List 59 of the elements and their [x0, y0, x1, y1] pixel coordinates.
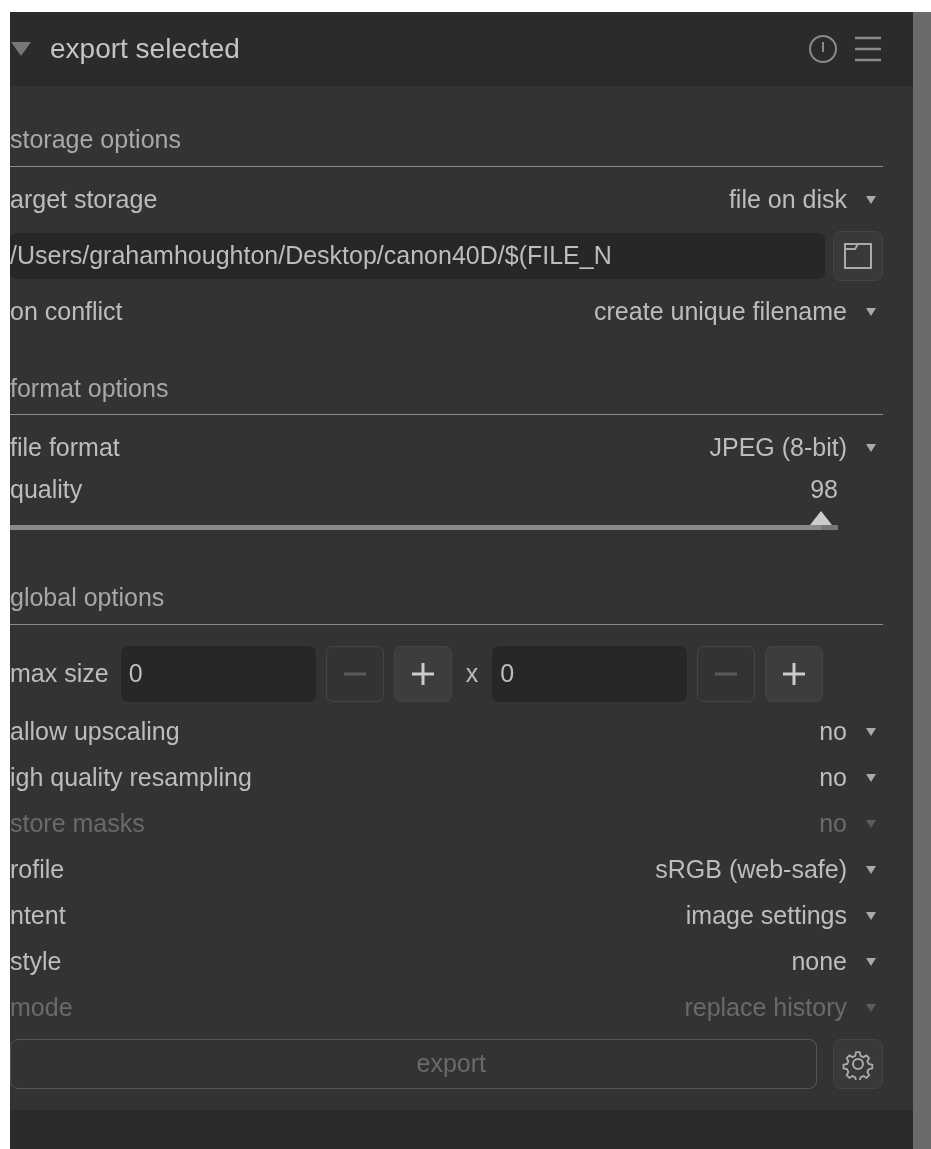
caret-down-icon	[865, 306, 877, 317]
caret-down-icon	[865, 910, 877, 921]
dropdown-value: no	[819, 761, 847, 793]
caret-down-icon	[865, 956, 877, 967]
plus-icon	[409, 660, 436, 687]
caret-down-icon	[865, 864, 877, 875]
dropdown-value: no	[819, 715, 847, 747]
dropdown-value: JPEG (8-bit)	[709, 432, 847, 464]
setting-label: style	[10, 945, 62, 977]
dropdown-row[interactable]: file format JPEG (8-bit)	[10, 425, 883, 471]
caret-down-icon	[865, 443, 877, 453]
settings-button[interactable]	[833, 1038, 883, 1089]
section-title: format options	[10, 334, 883, 415]
scrollbar[interactable]	[913, 12, 931, 1149]
dropdown-row[interactable]: ntent image settings	[10, 892, 883, 939]
dropdown-row[interactable]: on conflict create unique filename	[10, 288, 883, 335]
panel-title: export selected	[50, 32, 240, 66]
size-separator: x	[465, 657, 479, 689]
size-field[interactable]: 0	[492, 645, 688, 702]
section-title: global options	[10, 544, 883, 625]
increase-button[interactable]	[393, 645, 452, 702]
setting-label: allow upscaling	[10, 715, 180, 747]
dropdown-value: image settings	[685, 899, 847, 931]
setting-label: rofile	[10, 853, 65, 885]
setting-label: quality	[10, 474, 83, 506]
menu-icon[interactable]	[853, 35, 883, 63]
dropdown-value: sRGB (web-safe)	[655, 853, 847, 885]
caret-down-icon	[865, 1002, 877, 1013]
dropdown-value: create unique filename	[594, 295, 847, 327]
setting-label: igh quality resampling	[10, 761, 252, 793]
plus-icon	[781, 660, 808, 687]
dropdown-row[interactable]: igh quality resampling no	[10, 754, 883, 801]
setting-label: file format	[10, 432, 120, 464]
folder-button[interactable]	[833, 230, 883, 281]
power-icon[interactable]	[808, 34, 838, 64]
caret-down-icon	[865, 818, 877, 829]
dropdown-value: file on disk	[728, 183, 847, 215]
caret-down-icon[interactable]	[10, 41, 32, 57]
setting-label: on conflict	[10, 295, 123, 327]
dropdown-row[interactable]: style none	[10, 938, 883, 985]
section-title: storage options	[10, 86, 883, 167]
minus-icon	[341, 671, 368, 676]
dropdown-row[interactable]: allow upscaling no	[10, 708, 883, 755]
dropdown-value: none	[791, 945, 847, 977]
size-field[interactable]: 0	[120, 645, 316, 702]
caret-down-icon	[865, 772, 877, 783]
path-field[interactable]: /Users/grahamhoughton/Desktop/canon40D/$(FILE_N	[10, 232, 825, 279]
folder-icon	[843, 241, 873, 270]
dropdown-row[interactable]: rofile sRGB (web-safe)	[10, 846, 883, 893]
minus-icon	[713, 671, 740, 676]
caret-down-icon	[865, 726, 877, 737]
setting-label: ntent	[10, 899, 66, 931]
setting-label: arget storage	[10, 183, 158, 215]
slider-reading: 98	[810, 474, 838, 506]
dropdown-row[interactable]: arget storage file on disk	[10, 176, 883, 223]
slider-track[interactable]	[10, 511, 838, 530]
increase-button[interactable]	[765, 645, 824, 702]
setting-label: max size	[10, 657, 109, 689]
caret-down-icon	[865, 194, 877, 205]
